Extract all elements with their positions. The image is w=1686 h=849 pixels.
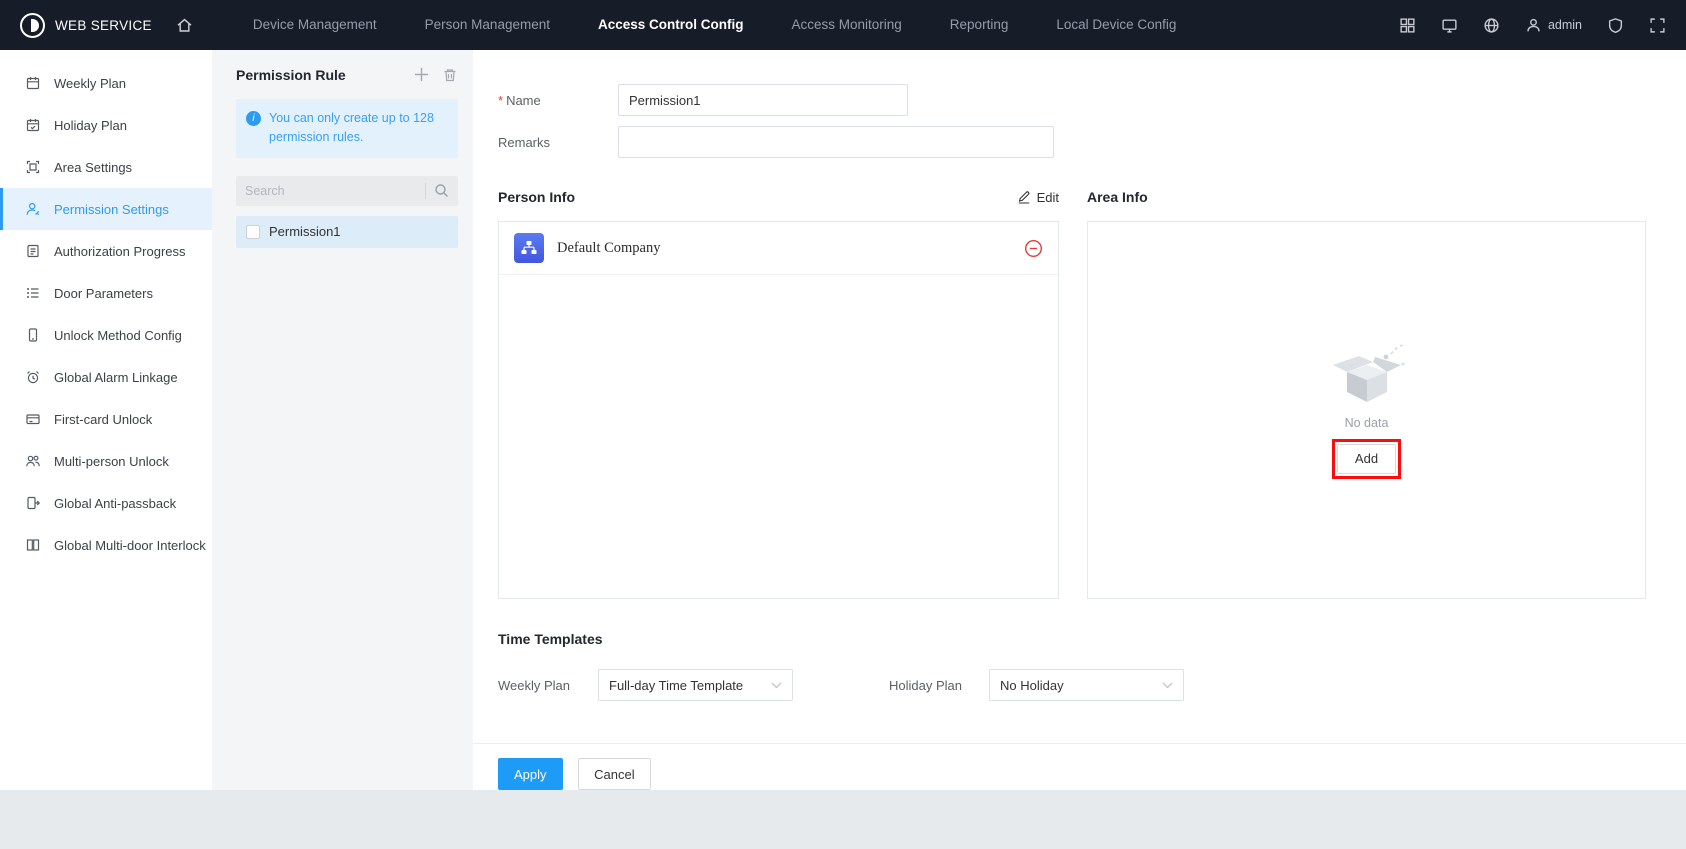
delete-rule-icon[interactable] (442, 67, 458, 83)
brand-name: WEB SERVICE (55, 18, 152, 33)
panel-title: Permission Rule (236, 67, 346, 83)
area-info-box: No data Add (1087, 221, 1646, 599)
username: admin (1548, 18, 1582, 32)
calendar-check-icon (25, 117, 41, 133)
sidebar-item-authorization-progress[interactable]: Authorization Progress (0, 230, 212, 272)
app-logo-icon (20, 13, 45, 38)
notice-text: You can only create up to 128 permission… (269, 109, 448, 148)
main-content: *Name Remarks Person Info Edit (473, 50, 1686, 790)
divider (425, 183, 426, 199)
user-icon (1525, 17, 1542, 34)
action-bar: Apply Cancel (473, 743, 1686, 790)
weekly-plan-select[interactable]: Full-day Time Template (598, 669, 793, 701)
weekly-plan-label: Weekly Plan (498, 678, 598, 693)
nav-access-monitoring[interactable]: Access Monitoring (792, 0, 902, 50)
cancel-button[interactable]: Cancel (578, 758, 650, 790)
card-icon (25, 411, 41, 427)
alarm-icon (25, 369, 41, 385)
apply-button[interactable]: Apply (498, 758, 563, 790)
empty-box-icon (1319, 342, 1415, 412)
holiday-plan-select[interactable]: No Holiday (989, 669, 1184, 701)
document-icon (25, 243, 41, 259)
sidebar-item-unlock-method-config[interactable]: Unlock Method Config (0, 314, 212, 356)
time-templates-title: Time Templates (498, 631, 1646, 647)
sidebar-item-global-anti-passback[interactable]: Global Anti-passback (0, 482, 212, 524)
list-icon (25, 285, 41, 301)
person-info-title: Person Info (498, 189, 575, 205)
sidebar-item-first-card-unlock[interactable]: First-card Unlock (0, 398, 212, 440)
nav-reporting[interactable]: Reporting (950, 0, 1009, 50)
shield-icon[interactable] (1607, 17, 1624, 34)
person-item: Default Company (499, 222, 1058, 275)
rule-list-item[interactable]: Permission1 (236, 216, 458, 248)
people-icon (25, 453, 41, 469)
remove-circle-icon (1024, 239, 1043, 258)
brand: WEB SERVICE (20, 13, 152, 38)
calendar-icon (25, 75, 41, 91)
nav-person-management[interactable]: Person Management (425, 0, 550, 50)
globe-icon[interactable] (1483, 17, 1500, 34)
sidebar-item-weekly-plan[interactable]: Weekly Plan (0, 62, 212, 104)
annotation-highlight: Add (1332, 439, 1401, 479)
person-info-box: Default Company (498, 221, 1059, 599)
frame-icon (25, 159, 41, 175)
rule-checkbox[interactable] (246, 225, 260, 239)
search-input[interactable] (245, 184, 421, 198)
sidebar-item-multi-person-unlock[interactable]: Multi-person Unlock (0, 440, 212, 482)
sidebar: Weekly Plan Holiday Plan Area Settings P… (0, 50, 212, 790)
no-data-text: No data (1345, 416, 1389, 430)
remarks-input[interactable] (618, 126, 1054, 158)
remove-person-button[interactable] (1024, 239, 1043, 258)
chevron-down-icon (771, 682, 782, 689)
rule-limit-notice: You can only create up to 128 permission… (236, 99, 458, 158)
fullscreen-icon[interactable] (1649, 17, 1666, 34)
person-key-icon (25, 201, 41, 217)
empty-state: No data Add (1319, 342, 1415, 479)
search-icon[interactable] (434, 183, 449, 198)
sidebar-item-area-settings[interactable]: Area Settings (0, 146, 212, 188)
sidebar-item-holiday-plan[interactable]: Holiday Plan (0, 104, 212, 146)
sidebar-item-door-parameters[interactable]: Door Parameters (0, 272, 212, 314)
info-icon (246, 111, 261, 126)
holiday-plan-label: Holiday Plan (889, 678, 989, 693)
topbar-tools: admin (1399, 17, 1666, 34)
sidebar-item-permission-settings[interactable]: Permission Settings (0, 188, 212, 230)
apps-grid-icon[interactable] (1399, 17, 1416, 34)
name-label: *Name (498, 93, 618, 108)
name-input[interactable] (618, 84, 908, 116)
chevron-down-icon (1162, 682, 1173, 689)
nav-device-management[interactable]: Device Management (253, 0, 377, 50)
nav-access-control-config[interactable]: Access Control Config (598, 0, 744, 50)
user-menu[interactable]: admin (1525, 17, 1582, 34)
remarks-label: Remarks (498, 135, 618, 150)
door-arrow-icon (25, 495, 41, 511)
company-org-icon (514, 233, 544, 263)
phone-icon (25, 327, 41, 343)
add-rule-icon[interactable] (413, 66, 430, 83)
double-door-icon (25, 537, 41, 553)
sidebar-item-global-alarm-linkage[interactable]: Global Alarm Linkage (0, 356, 212, 398)
edit-person-button[interactable]: Edit (1017, 190, 1059, 205)
home-icon[interactable] (176, 17, 193, 34)
company-name: Default Company (557, 240, 661, 257)
add-area-button[interactable]: Add (1337, 444, 1396, 474)
rule-search-box (236, 176, 458, 206)
edit-pencil-icon (1017, 190, 1031, 204)
nav-local-device-config[interactable]: Local Device Config (1056, 0, 1176, 50)
window-bottom-area (0, 790, 1686, 849)
main-nav: Device Management Person Management Acce… (253, 0, 1177, 50)
rule-name: Permission1 (269, 224, 341, 239)
topbar: WEB SERVICE Device Management Person Man… (0, 0, 1686, 50)
sidebar-item-global-multi-door-interlock[interactable]: Global Multi-door Interlock (0, 524, 212, 566)
device-display-icon[interactable] (1441, 17, 1458, 34)
area-info-title: Area Info (1087, 189, 1148, 205)
permission-rule-panel: Permission Rule You can only create up t… (212, 50, 473, 790)
